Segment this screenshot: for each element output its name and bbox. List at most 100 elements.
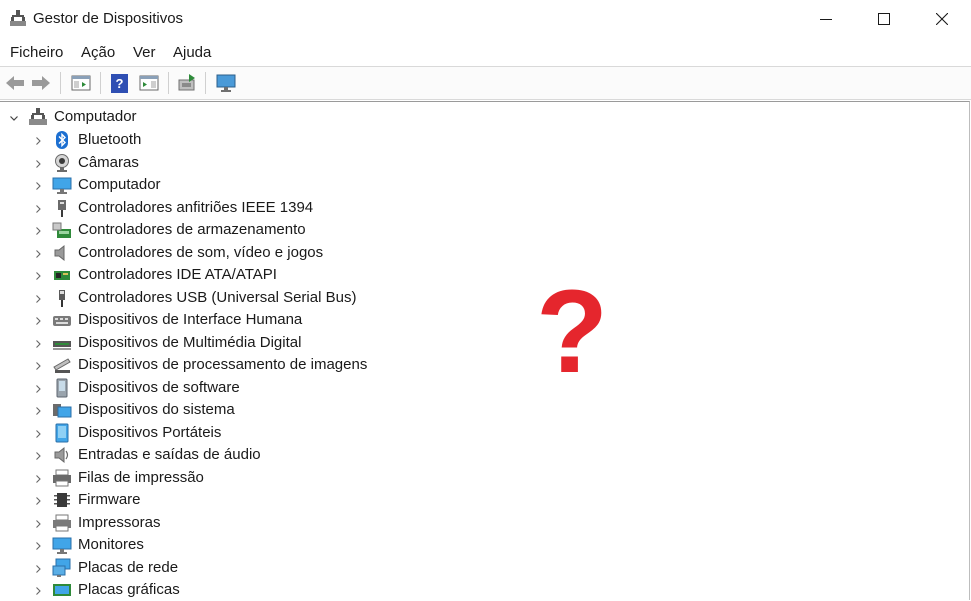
- chevron-right-icon[interactable]: [32, 540, 44, 552]
- tree-item-label: Firmware: [78, 491, 141, 508]
- chevron-right-icon[interactable]: [32, 360, 44, 372]
- chevron-right-icon[interactable]: [32, 383, 44, 395]
- portable-device-icon: [55, 423, 69, 442]
- window-title: Gestor de Dispositivos: [33, 10, 184, 27]
- computer-tree-icon: [29, 108, 47, 125]
- scan-hardware-icon[interactable]: [176, 72, 198, 94]
- tree-item[interactable]: Monitores: [0, 534, 500, 556]
- usb-icon: [59, 289, 65, 307]
- title-bar: Gestor de Dispositivos: [0, 0, 971, 38]
- chevron-down-icon[interactable]: [8, 112, 20, 124]
- chevron-right-icon[interactable]: [32, 450, 44, 462]
- tree-item[interactable]: Entradas e saídas de áudio: [0, 444, 500, 466]
- maximize-button[interactable]: [855, 0, 913, 38]
- tree-root-computador[interactable]: Computador: [0, 106, 400, 128]
- chevron-right-icon[interactable]: [32, 248, 44, 260]
- storage-controller-icon: [52, 222, 71, 238]
- tree-item-label: Monitores: [78, 536, 144, 553]
- firmware-chip-icon: [54, 493, 70, 507]
- tree-item[interactable]: Bluetooth: [0, 129, 500, 151]
- tree-item-label: Dispositivos de Multimédia Digital: [78, 333, 302, 351]
- close-button[interactable]: [913, 0, 971, 38]
- tree-item[interactable]: Filas de impressão: [0, 467, 500, 489]
- show-hide-icon[interactable]: [138, 72, 160, 94]
- tree-item[interactable]: Controladores USB (Universal Serial Bus): [0, 287, 500, 309]
- computer-icon: [52, 177, 72, 194]
- properties-pane-icon[interactable]: [70, 72, 92, 94]
- tree-item-label: Dispositivos de processamento de imagens: [78, 356, 368, 373]
- tree-item-label: Dispositivos Portáteis: [78, 423, 222, 441]
- toolbar: ?: [0, 66, 971, 100]
- system-device-icon: [53, 404, 72, 418]
- toolbar-separator: [60, 72, 61, 94]
- display-adapter-icon: [53, 584, 71, 596]
- tree-item[interactable]: Computador: [0, 174, 500, 196]
- chevron-right-icon[interactable]: [32, 338, 44, 350]
- tree-item-label: Computador: [78, 176, 161, 193]
- chevron-right-icon[interactable]: [32, 135, 44, 147]
- menu-ficheiro[interactable]: Ficheiro: [10, 44, 63, 61]
- tree-item[interactable]: Impressoras: [0, 512, 500, 534]
- chevron-right-icon[interactable]: [32, 270, 44, 282]
- print-queue-icon: [53, 469, 71, 486]
- printer-icon: [53, 514, 71, 531]
- menu-ajuda[interactable]: Ajuda: [173, 44, 211, 61]
- minimize-button[interactable]: [797, 0, 855, 38]
- toolbar-separator: [205, 72, 206, 94]
- tree-item-label: Controladores anfitriões IEEE 1394: [78, 198, 314, 216]
- multimedia-icon: [53, 340, 71, 350]
- tree-item[interactable]: Controladores anfitriões IEEE 1394: [0, 197, 500, 219]
- forward-arrow-icon[interactable]: [30, 72, 52, 94]
- tree-item-label: Controladores IDE ATA/ATAPI: [78, 266, 277, 283]
- chevron-right-icon[interactable]: [32, 225, 44, 237]
- chevron-right-icon[interactable]: [32, 585, 44, 597]
- chevron-right-icon[interactable]: [32, 563, 44, 575]
- chevron-right-icon[interactable]: [32, 293, 44, 305]
- chevron-right-icon[interactable]: [32, 203, 44, 215]
- tree-item[interactable]: Firmware: [0, 489, 500, 511]
- chevron-right-icon[interactable]: [32, 405, 44, 417]
- minimize-icon: [820, 19, 832, 20]
- tree-root-label: Computador: [54, 108, 137, 125]
- scanner-icon: [53, 358, 71, 373]
- tree-item[interactable]: Controladores IDE ATA/ATAPI: [0, 264, 500, 286]
- help-icon[interactable]: ?: [109, 72, 131, 94]
- tree-item-label: Controladores USB (Universal Serial Bus): [78, 288, 357, 306]
- monitor-icon[interactable]: [215, 72, 237, 94]
- tree-item[interactable]: Dispositivos de software: [0, 377, 500, 399]
- network-adapter-icon: [52, 558, 71, 577]
- tree-item-label: Bluetooth: [78, 131, 142, 148]
- monitor-icon: [52, 537, 72, 554]
- chevron-right-icon[interactable]: [32, 428, 44, 440]
- close-icon: [936, 13, 948, 25]
- chevron-right-icon[interactable]: [32, 495, 44, 507]
- question-mark-overlay: ?: [536, 272, 608, 382]
- audio-io-icon: [54, 446, 69, 464]
- tree-item-label: Entradas e saídas de áudio: [78, 446, 261, 463]
- ieee1394-icon: [58, 199, 66, 217]
- tree-item[interactable]: Placas gráficas: [0, 579, 500, 601]
- tree-item[interactable]: Dispositivos Portáteis: [0, 422, 500, 444]
- menu-acao[interactable]: Ação: [81, 44, 115, 61]
- chevron-right-icon[interactable]: [32, 158, 44, 170]
- tree-item[interactable]: Placas de rede: [0, 557, 500, 579]
- toolbar-separator: [168, 72, 169, 94]
- hid-icon: [53, 316, 71, 326]
- tree-item-label: Câmaras: [78, 153, 139, 171]
- chevron-right-icon[interactable]: [32, 180, 44, 192]
- svg-text:?: ?: [116, 76, 124, 91]
- chevron-right-icon[interactable]: [32, 315, 44, 327]
- chevron-right-icon[interactable]: [32, 473, 44, 485]
- back-arrow-icon[interactable]: [4, 72, 26, 94]
- tree-item[interactable]: Dispositivos de processamento de imagens: [0, 354, 500, 376]
- menu-ver[interactable]: Ver: [133, 44, 156, 61]
- tree-item[interactable]: Controladores de armazenamento: [0, 219, 500, 241]
- ide-controller-icon: [54, 271, 70, 280]
- tree-item[interactable]: Dispositivos de Multimédia Digital: [0, 332, 500, 354]
- tree-item[interactable]: Dispositivos do sistema: [0, 399, 500, 421]
- tree-item[interactable]: Câmaras: [0, 152, 500, 174]
- tree-item[interactable]: Controladores de som, vídeo e jogos: [0, 242, 500, 264]
- svg-text:?: ?: [536, 272, 608, 382]
- chevron-right-icon[interactable]: [32, 518, 44, 530]
- tree-item[interactable]: Dispositivos de Interface Humana: [0, 309, 500, 331]
